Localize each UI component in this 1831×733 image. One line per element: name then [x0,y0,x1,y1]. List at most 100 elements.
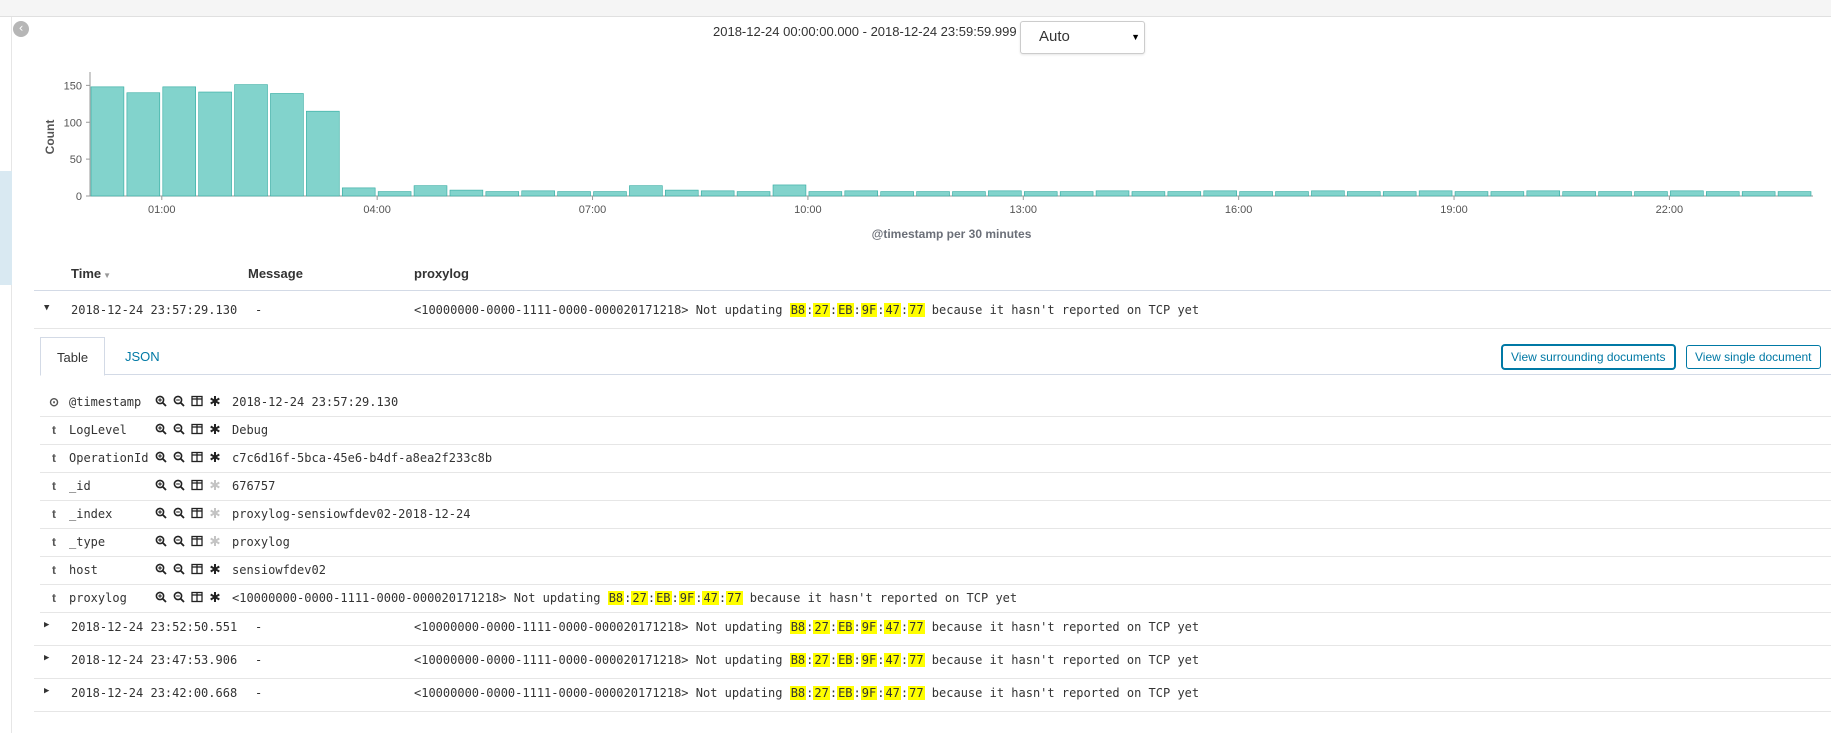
filter-for-value-icon[interactable] [155,591,167,605]
toggle-column-icon[interactable] [191,507,203,521]
table-row[interactable]: ▶ 2018-12-24 23:42:00.668 - <10000000-0000-… [34,674,1831,712]
histogram-bar[interactable] [988,190,1022,197]
filter-out-value-icon[interactable] [173,507,185,521]
interval-select[interactable]: Auto ▼ [1020,21,1145,54]
filter-for-value-icon[interactable] [155,507,167,521]
proxylog-text: because it hasn't reported on TCP yet [924,686,1200,700]
expand-row-icon[interactable]: ▶ [44,686,49,696]
filter-out-value-icon[interactable] [173,395,185,409]
histogram-bar[interactable] [341,187,376,197]
filter-out-value-icon[interactable] [173,591,185,605]
collapse-sidebar-icon[interactable]: ‹ [13,21,29,37]
histogram-bar[interactable] [1562,191,1596,197]
toggle-column-icon[interactable] [191,395,203,409]
filter-for-value-icon[interactable] [155,395,167,409]
filter-for-value-icon[interactable] [155,451,167,465]
histogram-bar[interactable] [808,191,843,197]
histogram-bar[interactable] [1526,190,1561,197]
histogram-bar[interactable] [377,191,412,197]
histogram-bar[interactable] [198,91,232,197]
filter-out-value-icon[interactable] [173,423,185,437]
view-surrounding-button[interactable]: View surrounding documents [1502,345,1675,369]
collapse-row-icon[interactable]: ▼ [44,303,49,313]
histogram-bar[interactable] [952,191,986,197]
toggle-column-icon[interactable] [191,591,203,605]
histogram-bar[interactable] [90,86,125,197]
filter-for-value-icon[interactable] [155,423,167,437]
histogram-bar[interactable] [736,191,771,197]
filter-exists-icon[interactable] [209,395,221,409]
filter-exists-icon[interactable] [209,591,221,605]
histogram-bar[interactable] [449,189,484,197]
column-header-message[interactable]: Message [248,266,303,281]
sort-down-icon[interactable]: ▼ [103,271,111,280]
search-highlight: 47 [884,686,901,700]
field-actions [155,562,227,577]
expand-row-icon[interactable]: ▶ [44,620,49,630]
filter-exists-icon[interactable] [209,563,221,577]
histogram-bar[interactable] [700,190,735,197]
histogram-bar[interactable] [485,191,520,197]
histogram-bar[interactable] [1275,191,1309,197]
toggle-column-icon[interactable] [191,535,203,549]
histogram-bar[interactable] [916,191,950,197]
histogram-bar[interactable] [593,191,627,197]
filter-for-value-icon[interactable] [155,563,167,577]
toggle-column-icon[interactable] [191,479,203,493]
histogram-bar[interactable] [1347,191,1381,197]
histogram-bar[interactable] [1023,191,1058,197]
histogram-bar[interactable] [1454,191,1489,197]
histogram-bar[interactable] [1777,191,1812,197]
histogram-bar[interactable] [521,190,555,197]
histogram-bar[interactable] [1382,191,1417,197]
filter-out-value-icon[interactable] [173,535,185,549]
toggle-column-icon[interactable] [191,423,203,437]
filter-for-value-icon[interactable] [155,479,167,493]
toggle-column-icon[interactable] [191,563,203,577]
histogram-bar[interactable] [1741,191,1776,197]
expand-row-icon[interactable]: ▶ [44,653,49,663]
histogram-bar[interactable] [270,93,304,197]
filter-exists-icon[interactable] [209,423,221,437]
column-header-proxylog[interactable]: proxylog [414,266,469,281]
tab-table[interactable]: Table [40,337,106,376]
histogram-bar[interactable] [1311,190,1345,197]
histogram-bar[interactable] [1059,191,1094,197]
histogram-bar[interactable] [1203,190,1237,197]
time-range-label: 2018-12-24 00:00:00.000 - 2018-12-24 23:… [713,24,1034,39]
histogram-bar[interactable] [880,191,914,197]
filter-out-value-icon[interactable] [173,479,185,493]
histogram-bar[interactable] [126,92,161,197]
histogram-bar[interactable] [1598,191,1632,197]
histogram-bar[interactable] [844,190,879,197]
histogram-bar[interactable] [557,191,591,197]
histogram-bar[interactable] [162,86,196,197]
histogram-bar[interactable] [234,84,268,197]
histogram-bar[interactable] [1239,191,1273,197]
filter-exists-icon[interactable] [209,507,221,521]
histogram-bar[interactable] [1131,191,1166,197]
filter-exists-icon[interactable] [209,479,221,493]
filter-exists-icon[interactable] [209,535,221,549]
histogram-bar[interactable] [665,189,699,197]
histogram-bar[interactable] [1418,190,1453,197]
filter-out-value-icon[interactable] [173,451,185,465]
column-header-time[interactable]: Time ▼ [71,266,111,281]
filter-exists-icon[interactable] [209,451,221,465]
histogram-bar[interactable] [1670,190,1704,197]
histogram-bar[interactable] [1167,191,1202,197]
tab-json[interactable]: JSON [109,337,176,376]
histogram-bar[interactable] [413,185,448,197]
histogram-bar[interactable] [629,185,663,197]
histogram-bar[interactable] [772,184,807,197]
toggle-column-icon[interactable] [191,451,203,465]
histogram-bar[interactable] [306,110,340,197]
histogram-bar[interactable] [1706,191,1740,197]
filter-for-value-icon[interactable] [155,535,167,549]
view-single-button[interactable]: View single document [1686,345,1821,369]
filter-out-value-icon[interactable] [173,563,185,577]
histogram-bar[interactable] [1634,191,1668,197]
table-row[interactable]: ▼ 2018-12-24 23:57:29.130 - <10000000-0000-… [34,291,1831,329]
histogram-bar[interactable] [1095,190,1130,197]
histogram-bar[interactable] [1490,191,1525,197]
